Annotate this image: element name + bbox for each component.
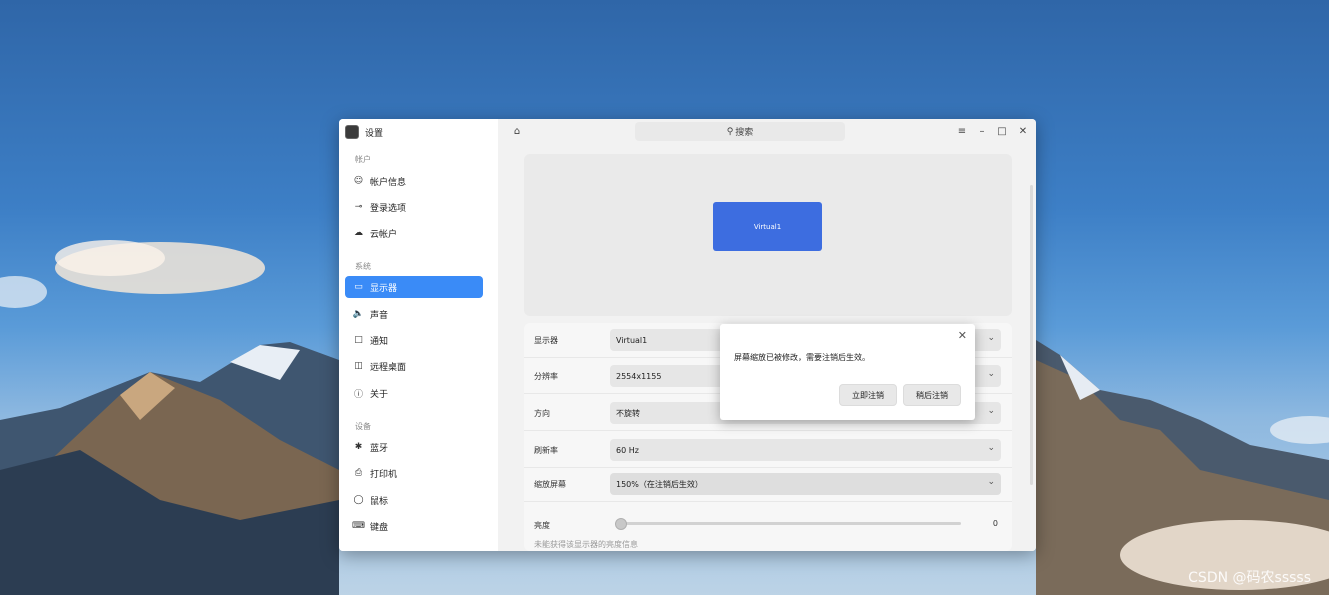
refresh-rate-select[interactable]: 60 Hz ⌄ — [610, 439, 1001, 461]
sidebar-item-label: 帐户信息 — [370, 177, 407, 188]
select-value: Virtual1 — [616, 335, 648, 345]
watermark-text: CSDN @码农sssss — [1188, 570, 1311, 586]
sidebar-item-label: 远程桌面 — [370, 362, 407, 373]
app-header: 设置 — [345, 125, 383, 139]
group-title-devices: 设备 — [355, 422, 371, 431]
row-scale: 缩放屏幕 150%（在注销后生效） ⌄ — [524, 467, 1012, 502]
app-title: 设置 — [365, 128, 384, 139]
logout-now-button[interactable]: 立即注销 — [839, 384, 897, 406]
row-brightness: 亮度 0 未能获得该显示器的亮度信息 — [524, 510, 1012, 551]
sidebar-item-label: 键盘 — [370, 522, 389, 533]
key-icon: ⊸ — [354, 202, 363, 212]
select-value: 60 Hz — [616, 445, 639, 455]
row-label: 刷新率 — [534, 446, 558, 455]
close-icon[interactable]: ✕ — [1016, 125, 1030, 139]
select-value: 2554x1155 — [616, 371, 662, 381]
user-icon: ☺ — [353, 176, 364, 186]
select-value: 150%（在注销后生效） — [616, 479, 703, 489]
sidebar-item-label: 登录选项 — [370, 203, 407, 214]
row-label: 分辨率 — [534, 372, 558, 381]
sidebar-item-keyboard[interactable]: ⌨ 键盘 — [345, 515, 483, 537]
select-value: 不旋转 — [616, 408, 640, 418]
logout-later-button[interactable]: 稍后注销 — [903, 384, 961, 406]
search-input[interactable]: ⚲ 搜索 — [635, 122, 845, 141]
title-bar: ⌂ ⚲ 搜索 ≡ – □ ✕ — [498, 119, 1036, 145]
message-icon: □ — [354, 335, 363, 345]
menu-icon[interactable]: ≡ — [955, 125, 969, 139]
bluetooth-icon: ✱ — [354, 442, 363, 452]
sidebar-item-account-info[interactable]: ☺ 帐户信息 — [345, 170, 483, 192]
cloud-icon: ☁ — [354, 228, 363, 238]
maximize-icon[interactable]: □ — [995, 125, 1009, 139]
chevron-down-icon: ⌄ — [987, 406, 995, 416]
brightness-hint: 未能获得该显示器的亮度信息 — [534, 540, 638, 549]
minimize-icon[interactable]: – — [975, 125, 989, 139]
sidebar-item-label: 鼠标 — [370, 496, 389, 507]
chevron-down-icon: ⌄ — [987, 333, 995, 343]
row-refresh-rate: 刷新率 60 Hz ⌄ — [524, 433, 1012, 468]
mouse-icon: ◯ — [353, 495, 364, 505]
sidebar-item-remote-desktop[interactable]: ◫ 远程桌面 — [345, 355, 483, 377]
row-label: 缩放屏幕 — [534, 480, 566, 489]
keyboard-icon: ⌨ — [352, 521, 365, 531]
remote-desktop-icon: ◫ — [354, 361, 363, 371]
group-title-system: 系统 — [355, 262, 371, 271]
sidebar-item-label: 关于 — [370, 389, 389, 400]
chevron-down-icon: ⌄ — [987, 443, 995, 453]
sidebar-item-notification[interactable]: □ 通知 — [345, 329, 483, 351]
sidebar-item-cloud-account[interactable]: ☁ 云帐户 — [345, 222, 483, 244]
group-title-account: 帐户 — [355, 155, 371, 164]
brightness-slider-track[interactable] — [619, 522, 961, 525]
info-icon: ⓘ — [353, 389, 363, 400]
sidebar: 设置 帐户 ☺ 帐户信息 ⊸ 登录选项 ☁ 云帐户 系统 ▭ 显示器 🔈 声音 … — [339, 119, 498, 551]
sidebar-item-label: 声音 — [370, 310, 389, 321]
sidebar-item-about[interactable]: ⓘ 关于 — [345, 382, 483, 404]
sidebar-item-display[interactable]: ▭ 显示器 — [345, 276, 483, 298]
sidebar-item-label: 打印机 — [370, 469, 398, 480]
chevron-down-icon: ⌄ — [987, 477, 995, 487]
brightness-value: 0 — [992, 519, 998, 528]
sidebar-item-sound[interactable]: 🔈 声音 — [345, 303, 483, 325]
search-icon: ⚲ — [726, 126, 734, 137]
search-placeholder: 搜索 — [735, 128, 754, 138]
monitor-arrangement-preview: Virtual1 — [524, 154, 1012, 316]
close-icon[interactable]: ✕ — [958, 329, 967, 342]
settings-app-icon — [345, 125, 359, 139]
home-icon[interactable]: ⌂ — [510, 125, 524, 139]
chevron-down-icon: ⌄ — [987, 369, 995, 379]
sidebar-item-label: 显示器 — [370, 283, 398, 294]
monitor-tile[interactable]: Virtual1 — [713, 202, 822, 251]
sidebar-item-label: 通知 — [370, 336, 389, 347]
sidebar-item-bluetooth[interactable]: ✱ 蓝牙 — [345, 436, 483, 458]
scale-select[interactable]: 150%（在注销后生效） ⌄ — [610, 473, 1001, 495]
scrollbar[interactable] — [1030, 185, 1033, 485]
sidebar-item-label: 云帐户 — [370, 229, 398, 240]
logout-prompt-dialog: ✕ 屏幕缩放已被修改，需要注销后生效。 立即注销 稍后注销 — [720, 324, 975, 420]
brightness-slider-handle[interactable] — [615, 518, 627, 530]
row-label: 显示器 — [534, 336, 558, 345]
speaker-icon: 🔈 — [352, 309, 365, 319]
sidebar-item-login-options[interactable]: ⊸ 登录选项 — [345, 196, 483, 218]
sidebar-item-mouse[interactable]: ◯ 鼠标 — [345, 489, 483, 511]
monitor-icon: ▭ — [354, 282, 363, 292]
dialog-message: 屏幕缩放已被修改，需要注销后生效。 — [734, 353, 870, 362]
row-label: 亮度 — [534, 521, 550, 530]
sidebar-item-label: 蓝牙 — [370, 443, 389, 454]
printer-icon: ⎙ — [354, 468, 363, 478]
sidebar-item-printer[interactable]: ⎙ 打印机 — [345, 462, 483, 484]
row-label: 方向 — [534, 409, 550, 418]
